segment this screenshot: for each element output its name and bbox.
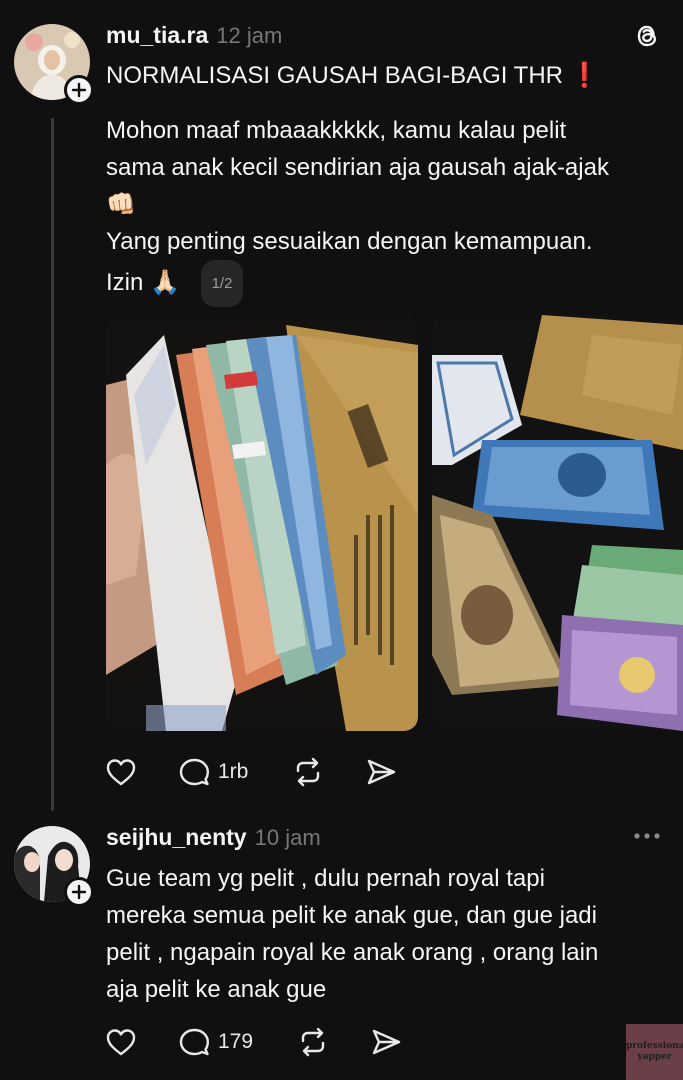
username[interactable]: seijhu_nenty [106,824,247,851]
post-body: Gue team yg pelit , dulu pernah royal ta… [106,860,676,1008]
repost-icon [296,757,320,787]
post-title: NORMALISASI GAUSAH BAGI-BAGI THR ❗ [106,57,676,94]
like-button[interactable] [105,757,137,787]
repost-icon [301,1027,325,1057]
reply-count: 1rb [218,760,249,783]
body-line: sama anak kecil sendirian aja gausah aja… [106,154,609,181]
plus-icon [71,82,87,98]
follow-button[interactable] [64,877,94,907]
fist-emoji: 👊🏻 [106,191,136,218]
comment-icon [179,1028,209,1056]
share-button[interactable] [370,1027,402,1057]
heart-icon [106,759,136,786]
post-header: mu_tia.ra 12 jam [106,22,282,49]
reply-button[interactable]: 1rb [178,757,248,787]
body-line: pelit , ngapain royal ke anak orang , or… [106,939,599,966]
body-line: Izin [106,268,144,296]
send-icon [372,1029,401,1055]
more-options-button[interactable] [632,826,662,851]
threads-logo-icon[interactable] [634,22,660,55]
follow-button[interactable] [64,75,94,105]
body-line: aja pelit ke anak gue [106,976,327,1003]
watermark: professional yapper [626,1024,683,1080]
send-icon [367,759,396,785]
share-button[interactable] [365,757,397,787]
post-body: Mohon maaf mbaaakkkkk, kamu kalau pelit … [106,112,676,307]
thread-line [51,118,54,811]
username[interactable]: mu_tia.ra [106,22,208,49]
money-photo-2 [432,315,683,731]
body-line: Gue team yg pelit , dulu pernah royal ta… [106,865,545,892]
repost-button[interactable] [297,1027,329,1057]
watermark-line: professional [626,1041,683,1051]
comment-icon [179,758,209,786]
like-button[interactable] [105,1027,137,1057]
title-text: NORMALISASI GAUSAH BAGI-BAGI THR [106,62,563,89]
money-photo-1 [106,315,418,731]
pray-emoji: 🙏🏻 [150,268,180,296]
timestamp: 10 jam [254,825,321,850]
body-line: Mohon maaf mbaaakkkkk, kamu kalau pelit [106,117,567,144]
media-photo-2[interactable] [432,315,683,731]
exclamation-emoji: ❗ [569,62,600,89]
repost-button[interactable] [292,757,324,787]
plus-icon [71,884,87,900]
page-indicator: 1/2 [200,260,244,307]
timestamp: 12 jam [216,23,283,48]
post-header: seijhu_nenty 10 jam [106,824,321,851]
reply-count: 179 [218,1030,254,1053]
media-photo-1[interactable] [106,315,418,731]
heart-icon [106,1029,136,1056]
watermark-line: yapper [637,1052,672,1062]
reply-button[interactable]: 179 [178,1027,253,1057]
body-line: Yang penting sesuaikan dengan kemampuan. [106,228,593,255]
more-icon [634,833,660,839]
body-line: mereka semua pelit ke anak gue, dan gue … [106,902,597,929]
